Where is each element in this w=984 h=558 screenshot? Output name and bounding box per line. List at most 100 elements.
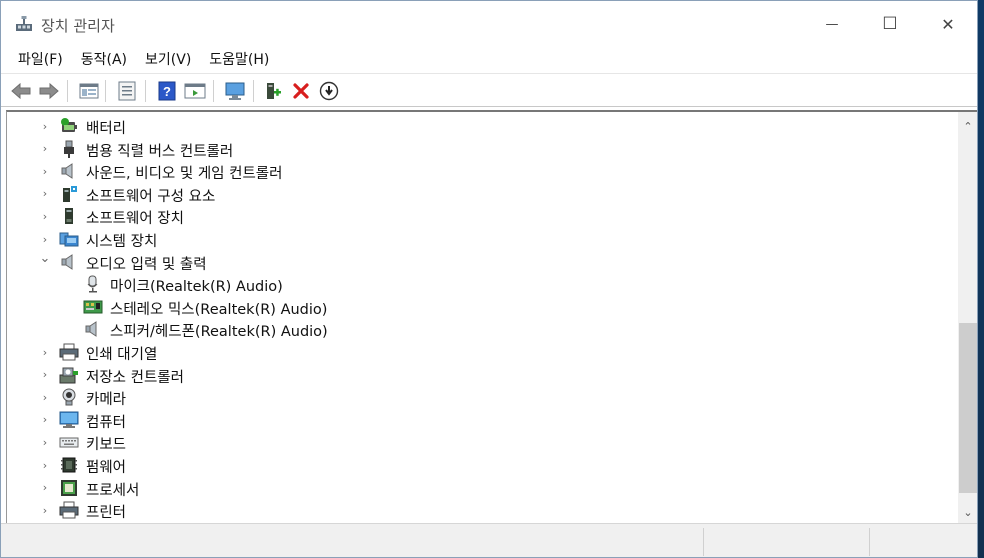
tree-item-label: 마이크(Realtek(R) Audio) xyxy=(110,279,283,296)
tree-device[interactable]: 마이크(Realtek(R) Audio) xyxy=(7,273,952,295)
svg-text:?: ? xyxy=(163,84,171,99)
speaker-icon xyxy=(83,320,103,338)
tree-category[interactable]: › 컴퓨터 xyxy=(7,409,952,431)
speaker-icon xyxy=(59,253,79,271)
tree-category[interactable]: › 사운드, 비디오 및 게임 컨트롤러 xyxy=(7,160,952,182)
chevron-right-icon[interactable]: › xyxy=(39,499,51,521)
scan-hardware-button[interactable] xyxy=(223,79,247,103)
battery-icon xyxy=(59,117,79,135)
scroll-down-button[interactable]: ⌄ xyxy=(958,502,977,522)
properties-sheet-icon xyxy=(118,81,136,101)
tree-item-label: 소프트웨어 장치 xyxy=(86,211,184,228)
chevron-right-icon[interactable]: › xyxy=(39,454,51,476)
chevron-right-icon[interactable]: › xyxy=(39,115,51,137)
scroll-up-button[interactable]: ⌃ xyxy=(958,116,977,136)
uninstall-device-button[interactable] xyxy=(289,79,313,103)
uninstall-icon xyxy=(293,83,309,99)
processor-icon xyxy=(59,479,79,497)
menu-view[interactable]: 보기(V) xyxy=(136,47,200,73)
chevron-right-icon[interactable]: › xyxy=(39,386,51,408)
toolbar: ? xyxy=(1,73,977,107)
tree-category[interactable]: ⌄ 오디오 입력 및 출력 xyxy=(7,251,952,273)
chevron-down-icon[interactable]: ⌄ xyxy=(39,248,51,270)
chevron-right-icon[interactable]: › xyxy=(39,409,51,431)
chevron-right-icon[interactable]: › xyxy=(39,341,51,363)
tree-item-label: 사운드, 비디오 및 게임 컨트롤러 xyxy=(86,166,283,183)
microphone-icon xyxy=(83,275,103,293)
add-driver-icon xyxy=(267,83,281,99)
status-pane-separator xyxy=(869,528,870,556)
tree-category[interactable]: › 소프트웨어 구성 요소 xyxy=(7,183,952,205)
speaker-icon xyxy=(59,162,79,180)
tree-category[interactable]: › 프로세서 xyxy=(7,477,952,499)
help-icon: ? xyxy=(158,81,176,101)
tree-item-label: 스피커/헤드폰(Realtek(R) Audio) xyxy=(110,324,328,341)
keyboard-icon xyxy=(59,433,79,451)
close-button[interactable]: ✕ xyxy=(919,1,977,47)
toolbar-separator xyxy=(105,80,106,102)
printer-icon xyxy=(59,501,79,519)
vertical-scrollbar[interactable]: ⌃ ⌄ xyxy=(958,112,977,523)
tree-category[interactable]: › 범용 직렬 버스 컨트롤러 xyxy=(7,138,952,160)
firmware-icon xyxy=(59,456,79,474)
tree-category[interactable]: › 인쇄 대기열 xyxy=(7,341,952,363)
tree-item-label: 오디오 입력 및 출력 xyxy=(86,256,207,273)
usb-icon xyxy=(59,140,79,158)
update-driver-button[interactable] xyxy=(317,79,341,103)
chevron-right-icon[interactable]: › xyxy=(39,364,51,386)
computer-icon xyxy=(59,411,79,429)
tree-category[interactable]: › 키보드 xyxy=(7,431,952,454)
menu-action[interactable]: 동작(A) xyxy=(72,47,136,73)
tree-item-label: 저장소 컨트롤러 xyxy=(86,369,184,386)
back-button[interactable] xyxy=(9,79,33,103)
device-manager-app-icon xyxy=(16,16,32,31)
update-driver-icon xyxy=(319,81,339,101)
toolbar-separator xyxy=(253,80,254,102)
action-view-icon xyxy=(184,83,206,99)
tree-item-label: 범용 직렬 버스 컨트롤러 xyxy=(86,143,234,160)
chevron-right-icon[interactable]: › xyxy=(39,160,51,182)
action-view-button[interactable] xyxy=(183,79,207,103)
scrollbar-thumb[interactable] xyxy=(959,323,977,493)
title-bar: 장치 관리자 — ☐ ✕ xyxy=(1,1,977,47)
device-manager-window: 장치 관리자 — ☐ ✕ 파일(F) 동작(A) 보기(V) 도움말(H) ? … xyxy=(0,0,978,558)
camera-icon xyxy=(59,388,79,406)
maximize-button[interactable]: ☐ xyxy=(861,1,919,47)
tree-item-label: 인쇄 대기열 xyxy=(86,347,158,363)
minimize-button[interactable]: — xyxy=(803,1,861,47)
chevron-right-icon[interactable]: › xyxy=(39,205,51,227)
tree-device[interactable]: 스피커/헤드폰(Realtek(R) Audio) xyxy=(7,318,952,340)
maximize-icon: ☐ xyxy=(882,14,898,34)
chevron-right-icon[interactable]: › xyxy=(39,183,51,205)
software-device-icon xyxy=(59,207,79,225)
show-hide-console-tree-button[interactable] xyxy=(77,79,101,103)
chevron-right-icon[interactable]: › xyxy=(39,138,51,160)
add-driver-button[interactable] xyxy=(261,79,285,103)
forward-arrow-icon xyxy=(39,82,59,100)
back-arrow-icon xyxy=(11,82,31,100)
tree-item-label: 펌웨어 xyxy=(86,460,127,476)
properties-button[interactable] xyxy=(115,79,139,103)
tree-category[interactable]: › 시스템 장치 xyxy=(7,228,952,250)
menu-bar: 파일(F) 동작(A) 보기(V) 도움말(H) xyxy=(1,47,977,73)
chevron-right-icon[interactable]: › xyxy=(39,431,51,453)
menu-file[interactable]: 파일(F) xyxy=(9,47,72,73)
tree-category[interactable]: › 저장소 컨트롤러 xyxy=(7,364,952,386)
tree-item-label: 배터리 xyxy=(86,121,127,137)
window-title: 장치 관리자 xyxy=(41,17,115,35)
minimize-icon: — xyxy=(825,16,839,32)
tree-category[interactable]: › 펌웨어 xyxy=(7,454,952,476)
status-bar xyxy=(1,523,977,557)
chevron-right-icon[interactable]: › xyxy=(39,477,51,499)
tree-category[interactable]: › 카메라 xyxy=(7,386,952,408)
tree-item-label: 키보드 xyxy=(86,437,127,454)
menu-help[interactable]: 도움말(H) xyxy=(200,47,278,73)
tree-category[interactable]: › 소프트웨어 장치 xyxy=(7,205,952,227)
toolbar-separator xyxy=(213,80,214,102)
monitor-scan-icon xyxy=(225,82,245,100)
help-button[interactable]: ? xyxy=(155,79,179,103)
forward-button[interactable] xyxy=(37,79,61,103)
tree-device[interactable]: 스테레오 믹스(Realtek(R) Audio) xyxy=(7,296,952,318)
tree-item-label: 카메라 xyxy=(86,392,127,409)
tree-category[interactable]: › 배터리 xyxy=(7,115,952,137)
